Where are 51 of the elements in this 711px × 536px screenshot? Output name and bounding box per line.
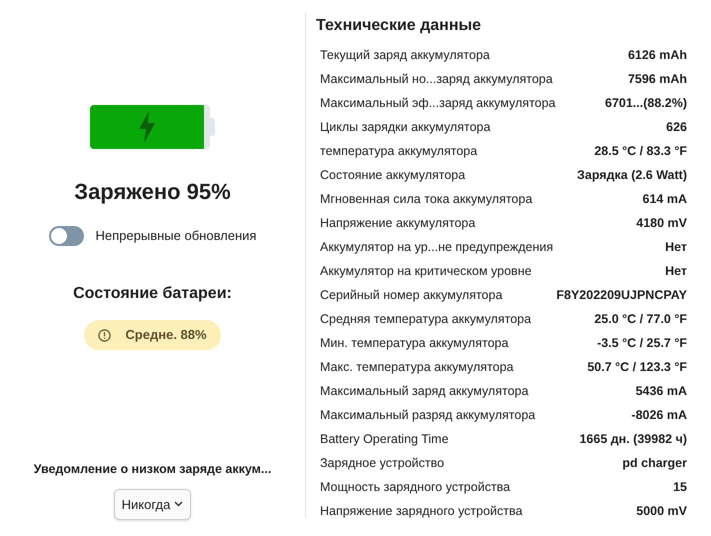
spec-value: -8026 mA	[631, 406, 687, 424]
spec-value: 15	[673, 478, 687, 496]
spec-label: Зарядное устройство	[320, 454, 444, 472]
spec-value: Нет	[665, 262, 687, 280]
spec-label: Напряжение зарядного устройства	[320, 502, 522, 520]
spec-label: Средняя температура аккумулятора	[320, 310, 532, 328]
spec-value: Зарядка (2.6 Watt)	[577, 166, 687, 184]
health-title: Состояние батареи:	[73, 284, 232, 304]
spec-label: Аккумулятор на критическом уровне	[320, 262, 532, 280]
spec-value: 50.7 °C / 123.3 °F	[587, 358, 687, 376]
spec-label: Состояние аккумулятора	[320, 166, 466, 184]
notification-select[interactable]: Никогда	[114, 488, 192, 520]
spec-label: Максимальный но...заряд аккумулятора	[320, 70, 553, 88]
spec-label: Макс. температура аккумулятора	[320, 358, 514, 376]
spec-value: 6701...(88.2%)	[605, 94, 687, 112]
spec-value: 5436 mA	[636, 382, 687, 400]
spec-value: 25.0 °C / 77.0 °F	[594, 310, 687, 328]
spec-label: Циклы зарядки аккумулятора	[320, 118, 490, 136]
spec-label: Мощность зарядного устройства	[320, 478, 510, 496]
spec-label: Мин. температура аккумулятора	[320, 334, 508, 352]
low-battery-label: Уведомление о низком заряде аккум...	[34, 461, 272, 478]
spec-label: Максимальный разряд аккумулятора	[320, 406, 536, 424]
specs-title: Технические данные	[316, 16, 482, 36]
spec-value: 5000 mV	[636, 502, 687, 520]
spec-label: Напряжение аккумулятора	[320, 214, 476, 232]
lightning-icon	[138, 111, 156, 143]
spec-value: Нет	[665, 238, 687, 256]
spec-label: Аккумулятор на ур...не предупреждения	[320, 238, 554, 256]
spec-label: Battery Operating Time	[320, 430, 449, 448]
spec-value: -3.5 °C / 25.7 °F	[597, 334, 687, 352]
spec-value: pd charger	[622, 454, 687, 472]
live-updates-toggle[interactable]	[48, 226, 84, 246]
spec-value: 1665 дн. (39982 ч)	[579, 430, 687, 448]
health-badge: Средне. 88%	[84, 320, 221, 350]
chevron-down-icon	[174, 501, 184, 508]
spec-label: Максимальный эф...заряд аккумулятора	[320, 94, 556, 112]
live-updates-label: Непрерывные обновления	[96, 227, 256, 246]
spec-value: 28.5 °C / 83.3 °F	[594, 142, 687, 160]
spec-label: Максимальный заряд аккумулятора	[320, 382, 528, 400]
spec-value: 6126 mAh	[628, 46, 687, 64]
spec-label: Серийный номер аккумулятора	[320, 286, 502, 304]
spec-value: F8Y202209UJPNCPAY	[556, 286, 687, 304]
spec-value: 614 mA	[642, 190, 687, 208]
spec-label: Мгновенная сила тока аккумулятора	[320, 190, 532, 208]
warning-icon	[98, 328, 112, 342]
spec-label: температура аккумулятора	[320, 142, 478, 160]
spec-value: 7596 mAh	[628, 70, 687, 88]
charge-title: Заряжено 95%	[74, 178, 231, 206]
spec-value: 626	[666, 118, 687, 136]
spec-label: Текущий заряд аккумулятора	[320, 46, 490, 64]
spec-value: 4180 mV	[636, 214, 687, 232]
